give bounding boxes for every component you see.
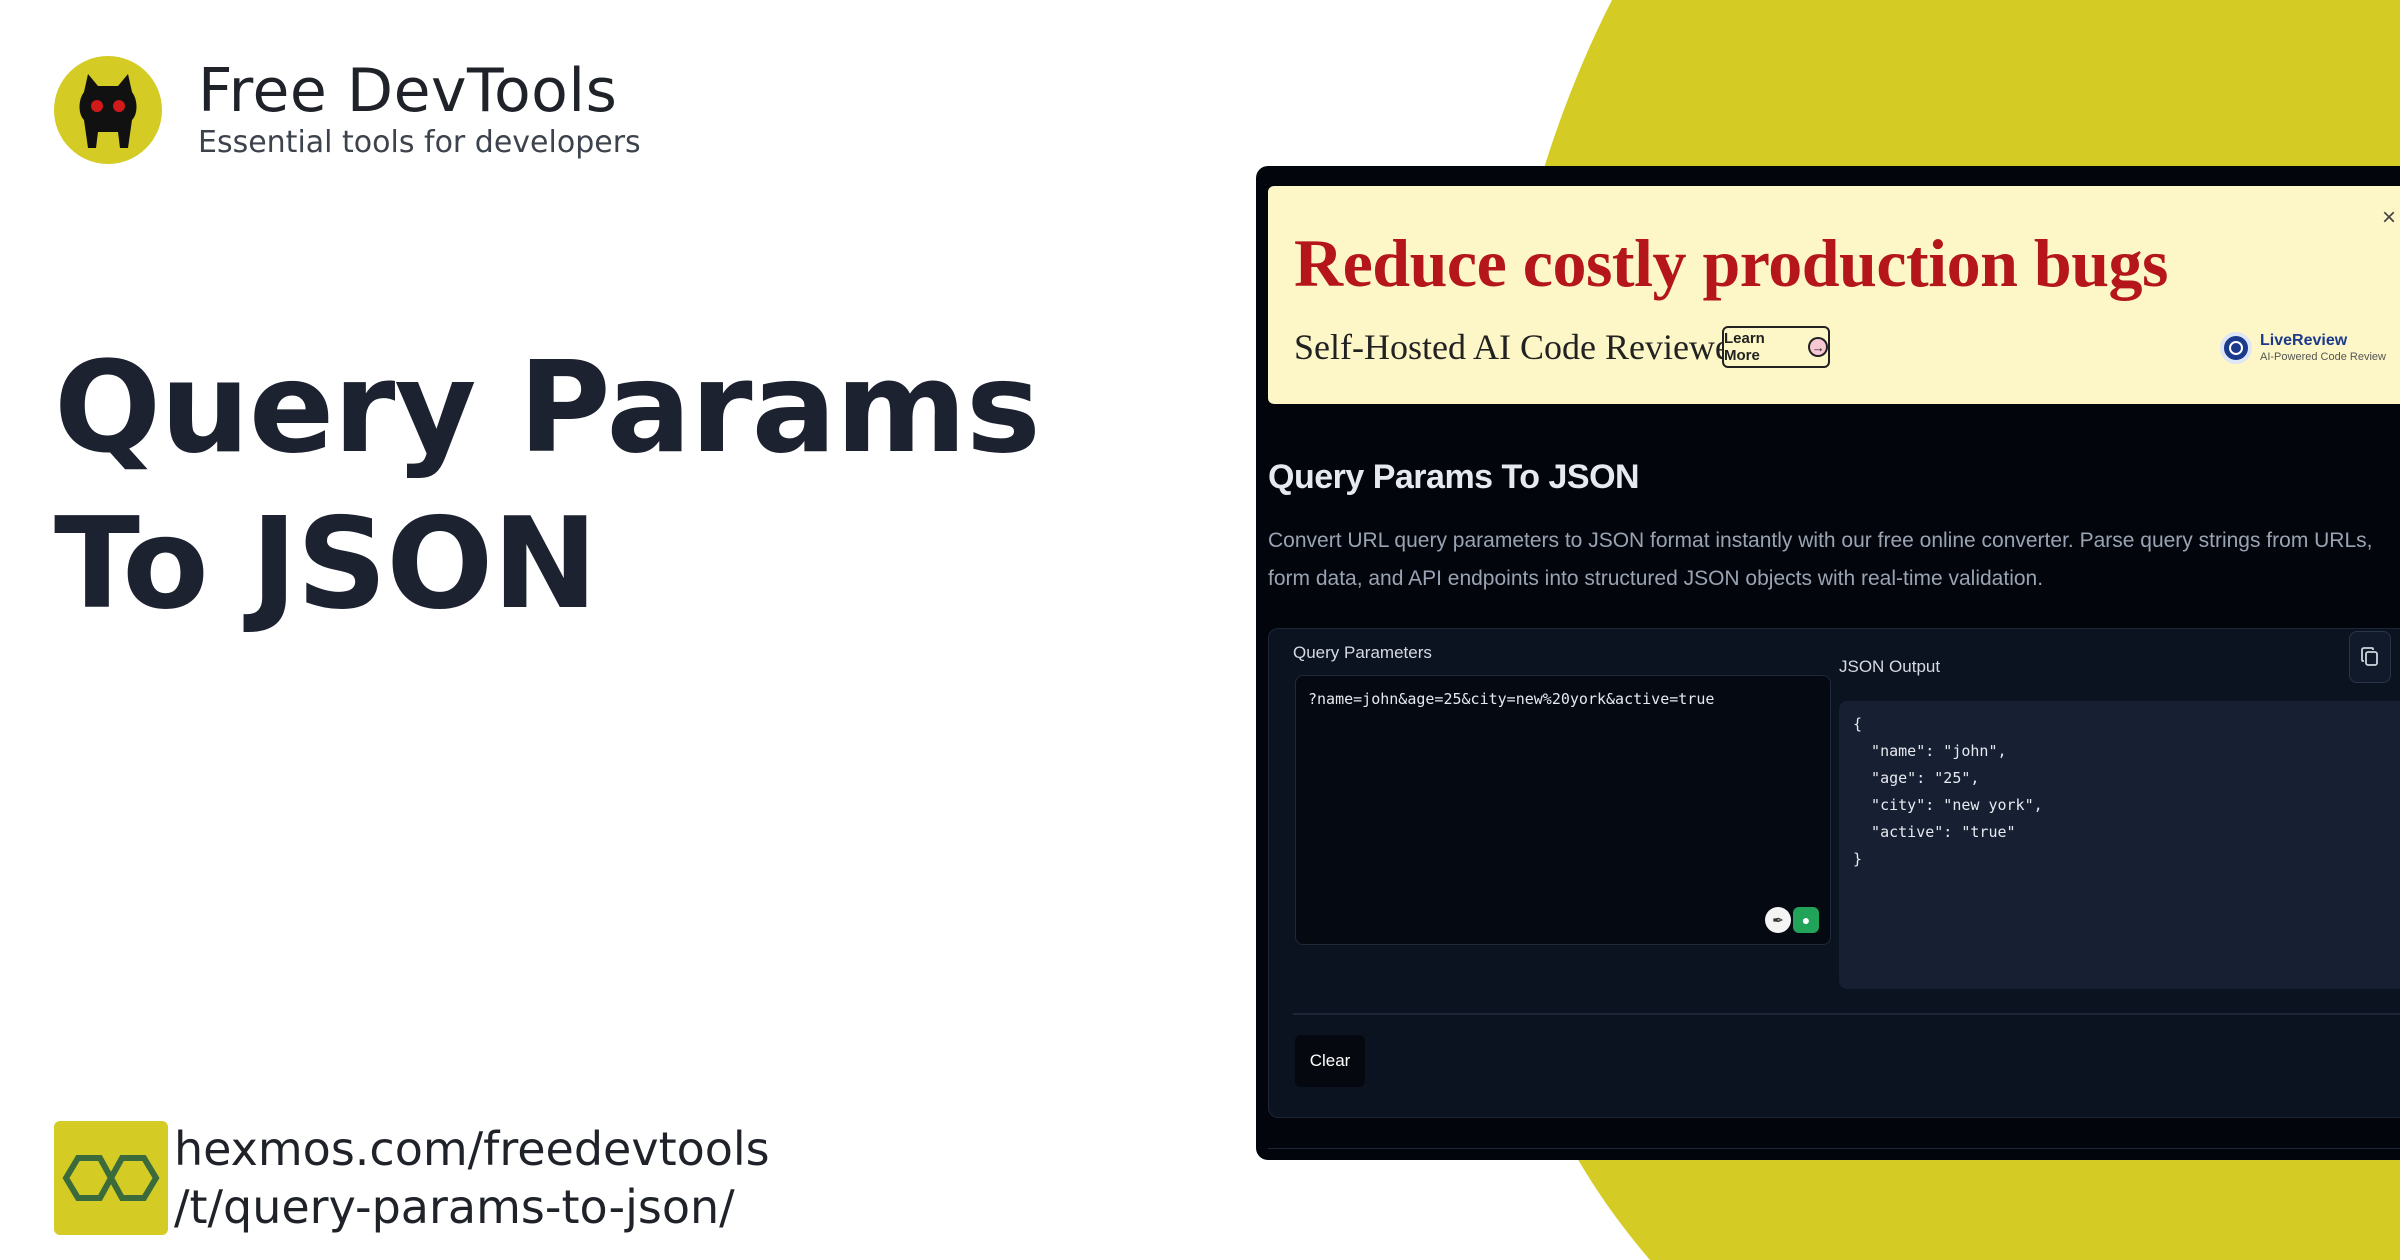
feather-icon[interactable]: ✒ [1765,907,1791,933]
copy-button[interactable] [2349,631,2391,683]
headline-line-2: To JSON [54,490,598,637]
tool-description: Convert URL query parameters to JSON for… [1268,529,2373,590]
headline-line-1: Query Params [54,334,1041,481]
footer-url-block: hexmos.com/freedevtools /t/query-params-… [54,1120,770,1236]
livereview-brand: LiveReview AI-Powered Code Review [2220,332,2386,364]
copy-icon [2361,647,2378,666]
ad-subtitle: Self-Hosted AI Code Reviewer [1294,327,1743,367]
converter-card: Query Parameters ?name=john&age=25&city=… [1268,628,2400,1118]
brand-name: Free DevTools [198,56,618,126]
arrow-right-icon: → [1808,337,1828,357]
json-output-label: JSON Output [1839,657,1941,676]
tool-title: Query Params To JSON [1268,458,1640,496]
cat-logo-icon [54,56,162,164]
livereview-logo-icon [2220,332,2252,364]
livereview-tagline: AI-Powered Code Review [2260,351,2386,363]
ad-learn-more-label: Learn More [1724,330,1765,364]
panel-bottom-edge [1268,1148,2400,1160]
json-output-field[interactable]: { "name": "john", "age": "25", "city": "… [1839,701,2400,989]
query-params-label: Query Parameters [1293,643,1432,662]
clear-button[interactable]: Clear [1295,1035,1365,1087]
ad-title: Reduce costly production bugs [1294,225,2169,301]
footer-url-line-2[interactable]: /t/query-params-to-json/ [174,1178,770,1236]
close-icon[interactable]: × [2382,204,2400,232]
grammar-extension-icon[interactable]: ● [1793,907,1819,933]
page-headline: Query Params To JSON [54,330,1154,642]
brand-tagline: Essential tools for developers [198,125,641,160]
ad-learn-more-button[interactable]: Learn More → [1722,326,1830,368]
brand-header: Free DevTools Essential tools for develo… [54,56,641,164]
card-divider [1293,1013,2400,1015]
textarea-extension-icons: ✒ ● [1765,907,1819,933]
hexmos-logo-icon [54,1121,168,1235]
footer-url-line-1[interactable]: hexmos.com/freedevtools [174,1120,770,1178]
query-params-input[interactable]: ?name=john&age=25&city=new%20york&active… [1295,675,1831,945]
livereview-name: LiveReview [2260,332,2348,349]
ad-banner[interactable]: Reduce costly production bugs Self-Hoste… [1268,186,2400,404]
tool-screenshot-panel: Reduce costly production bugs Self-Hoste… [1256,166,2400,1160]
